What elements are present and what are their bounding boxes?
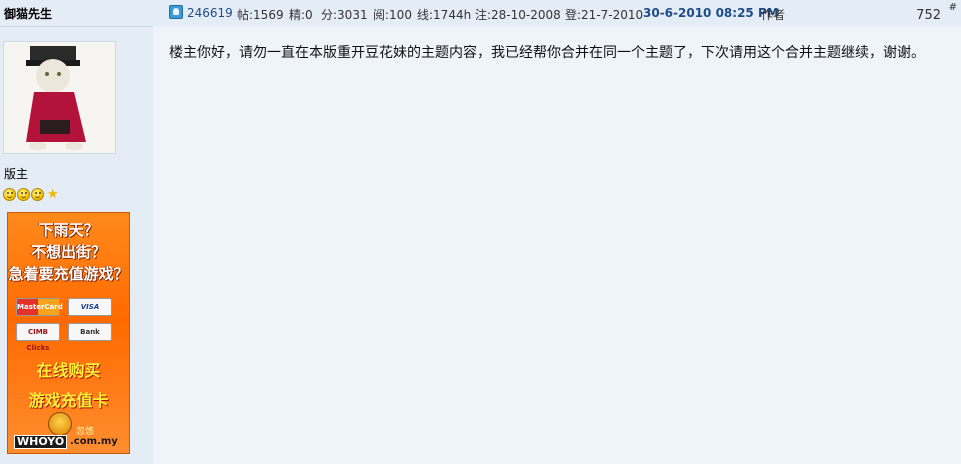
digest-count: 精:0	[289, 8, 313, 22]
floor-number[interactable]: 752	[916, 8, 941, 23]
ad-line-2: 不想出街？	[30, 243, 106, 261]
rank-icons: ★	[3, 186, 59, 202]
ad-brand: WHOYO	[14, 435, 68, 449]
user-id[interactable]: 246619	[187, 6, 233, 20]
post-content-area	[153, 26, 961, 464]
star-icon: ★	[47, 186, 59, 202]
post-meta-bar: 246619 帖:1569 精:0 分:3031 阅:100 线:1744h 注…	[153, 0, 961, 27]
ad-line-3: 急着要充值游戏？	[8, 265, 129, 283]
bank-logo: Bank	[68, 323, 112, 341]
post-count: 帖:1569	[237, 8, 284, 22]
visa-logo: VISA	[68, 298, 112, 316]
author-label[interactable]: 作者	[761, 6, 785, 23]
game-topup-ad-banner[interactable]: 下雨天？ 不想出街？ 急着要充值游戏？ MasterCard VISA CIMB…	[7, 212, 130, 454]
smiley-icon	[3, 187, 16, 201]
rank-title: 版主	[4, 167, 29, 181]
user-profile-icon[interactable]	[169, 5, 183, 19]
author-username[interactable]: 御猫先生	[4, 5, 52, 22]
credits: 分:3031	[321, 8, 368, 22]
smiley-icon	[17, 187, 30, 201]
mastercard-logo: MasterCard	[16, 298, 63, 316]
post-message: 楼主你好，请勿一直在本版重开豆花妹的主题内容，我已经帮你合并在同一个主题了，下次…	[169, 45, 925, 61]
register-date: 注:28-10-2008	[475, 8, 561, 22]
online-hours: 线:1744h	[417, 8, 472, 22]
smiley-icon	[31, 187, 44, 201]
author-sidebar: 御猫先生 版主 ★ 下雨天？ 不想出街？ 急着要充值游戏？ MasterCard…	[0, 0, 153, 464]
read-permission: 阅:100	[373, 8, 412, 22]
post-date: 30-6-2010 08:25 PM	[643, 6, 779, 20]
last-login-date: 登:21-7-2010	[565, 8, 644, 22]
ad-line-1: 下雨天？	[38, 221, 99, 239]
ad-domain: .com.my	[70, 436, 118, 447]
avatar[interactable]	[3, 41, 116, 154]
post-main: 246619 帖:1569 精:0 分:3031 阅:100 线:1744h 注…	[153, 0, 961, 464]
ad-line-4: 在线购买	[36, 361, 101, 380]
whoyo-logo-icon	[48, 412, 72, 436]
avatar-image	[4, 42, 115, 153]
cimb-logo: CIMB Clicks	[16, 323, 60, 352]
floor-sign: #	[948, 2, 957, 13]
ad-line-5: 游戏充值卡	[28, 391, 109, 410]
